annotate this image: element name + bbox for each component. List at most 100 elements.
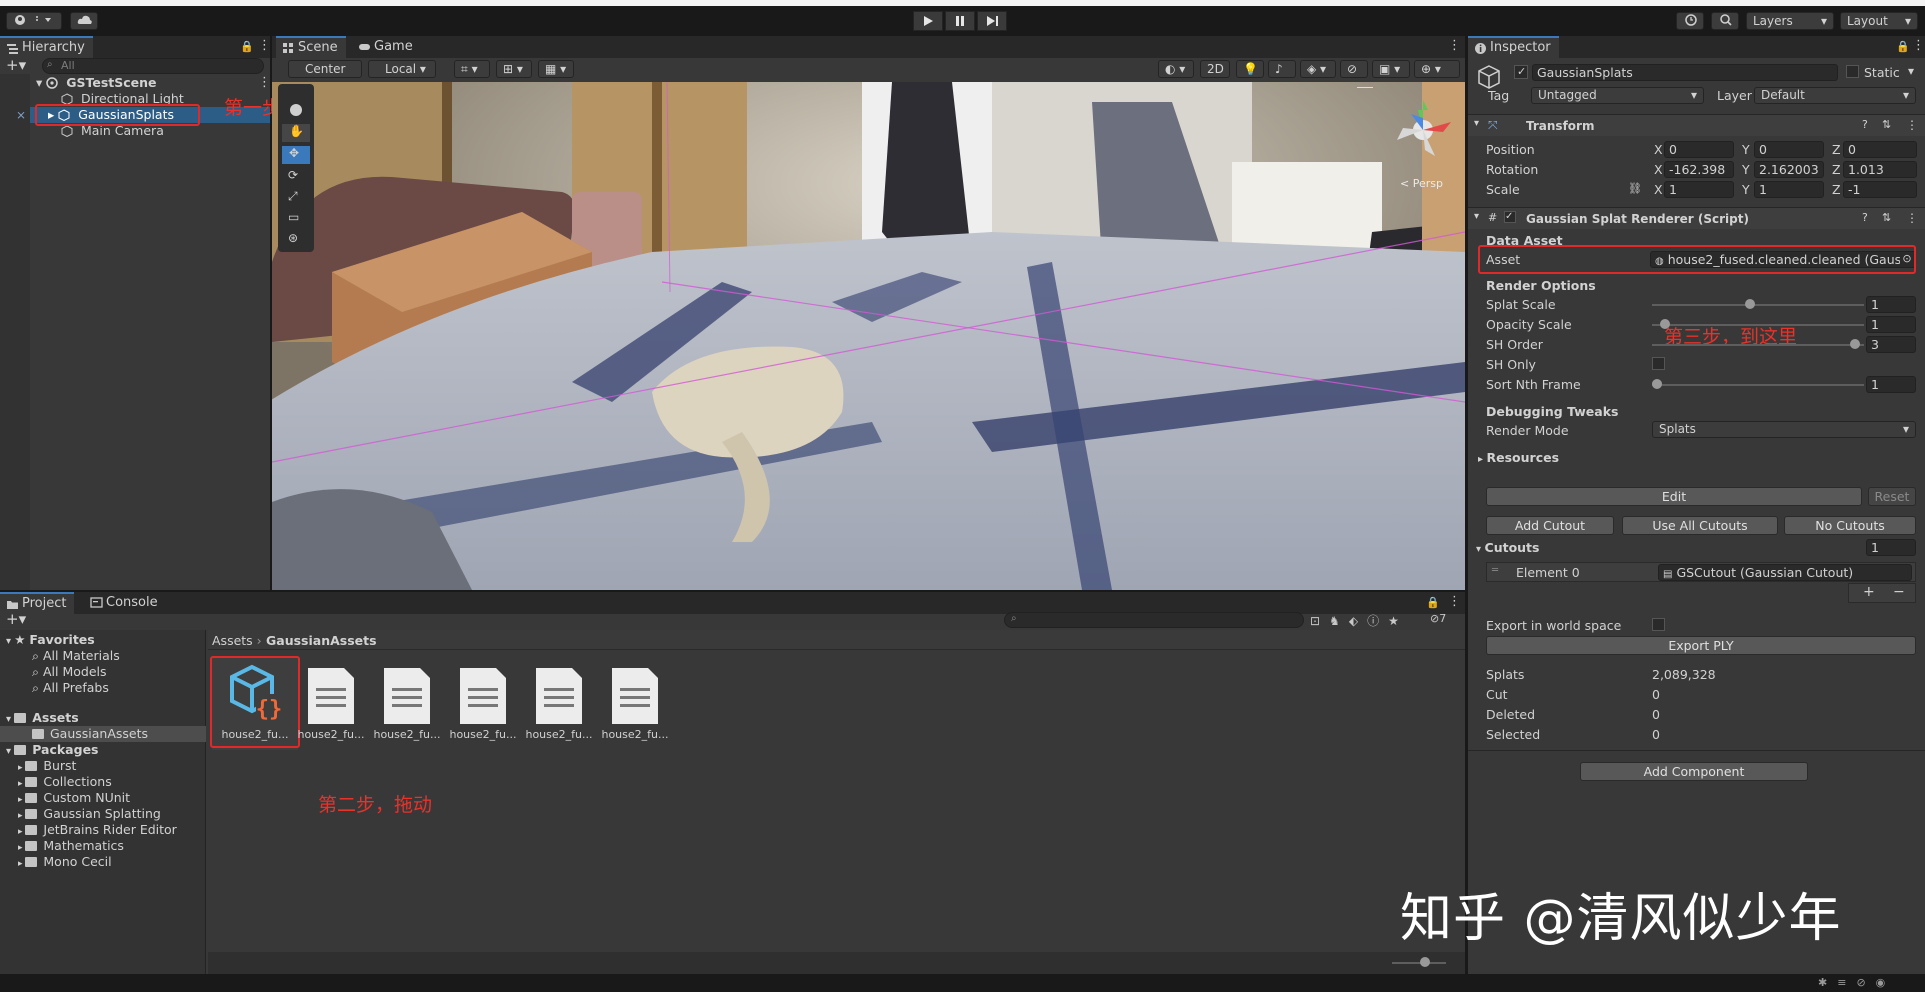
package-item[interactable]: ▸ Mathematics — [18, 838, 124, 854]
export-world-checkbox[interactable] — [1652, 618, 1665, 631]
rotation-z-field[interactable]: 1.013 — [1843, 161, 1917, 178]
hand-tool-button[interactable]: ✋ — [282, 124, 310, 142]
view-tool-icon[interactable] — [288, 102, 304, 118]
rotation-x-field[interactable]: -162.398 — [1664, 161, 1734, 178]
tab-console[interactable]: Console — [84, 592, 166, 614]
packages-foldout[interactable]: ▾ Packages — [6, 742, 99, 758]
sh-only-checkbox[interactable] — [1652, 357, 1665, 370]
link-icon[interactable]: ⛓ — [1628, 182, 1642, 195]
component-enabled-checkbox[interactable]: ✓ — [1504, 211, 1516, 223]
overlay-menu-icon[interactable] — [1357, 87, 1373, 88]
sh-order-knob[interactable] — [1850, 339, 1860, 349]
favorite-item[interactable]: ⌕ All Models — [32, 664, 107, 680]
history-button[interactable] — [1676, 12, 1704, 30]
scene-menu-icon[interactable]: ⋮ — [258, 75, 271, 90]
layout-dropdown[interactable]: Layout ▾ — [1840, 12, 1918, 30]
package-item[interactable]: ▸ Gaussian Splatting — [18, 806, 161, 822]
breadcrumb-root[interactable]: Assets › — [212, 633, 262, 648]
package-item[interactable]: ▸ Burst — [18, 758, 76, 774]
camera-settings-button[interactable]: ▣ ▾ — [1372, 60, 1410, 78]
element0-field[interactable]: ▤ GSCutout (Gaussian Cutout) — [1658, 564, 1912, 581]
scale-x-field[interactable]: 1 — [1664, 181, 1734, 198]
tab-game[interactable]: Game — [352, 36, 421, 58]
remove-element-icon[interactable]: − — [1893, 584, 1905, 600]
tab-scene[interactable]: Scene — [276, 36, 346, 58]
package-item[interactable]: ▸ Mono Cecil — [18, 854, 112, 870]
position-y-field[interactable]: 0 — [1754, 141, 1824, 158]
lighting-toggle[interactable]: 💡 — [1236, 60, 1264, 78]
icon-size-knob[interactable] — [1420, 957, 1430, 967]
edit-button[interactable]: Edit — [1486, 487, 1862, 506]
cutouts-foldout[interactable]: ▾ Cutouts — [1476, 540, 1539, 555]
filter-icons[interactable]: ⊡♞⬖ⓘ★ — [1310, 612, 1408, 629]
active-checkbox[interactable]: ✓ — [1514, 65, 1528, 79]
text-file-icon[interactable] — [382, 666, 432, 726]
lock-icon[interactable]: 🔒 — [1426, 596, 1440, 609]
component-menu-icon[interactable]: ⋮ — [1906, 118, 1918, 132]
sh-order-slider[interactable] — [1652, 344, 1864, 346]
position-z-field[interactable]: 0 — [1843, 141, 1917, 158]
preset-icon[interactable]: ⇅ — [1882, 211, 1891, 224]
help-icon[interactable]: ? — [1862, 211, 1868, 224]
preset-icon[interactable]: ⇅ — [1882, 118, 1891, 131]
package-item[interactable]: ▸ Collections — [18, 774, 112, 790]
lock-icon[interactable]: 🔒 — [1896, 40, 1910, 53]
object-name-field[interactable]: GaussianSplats — [1532, 64, 1838, 81]
scene-viewport[interactable]: < Persp — [272, 82, 1465, 590]
grid-visibility-button[interactable]: ▦ ▾ — [538, 60, 574, 78]
transform-header[interactable]: ▾ ⤧ Transform ? ⇅ ⋮ — [1468, 114, 1925, 136]
sort-nth-field[interactable]: 1 — [1866, 376, 1916, 393]
reset-button[interactable]: Reset — [1868, 487, 1916, 506]
hidden-objects-toggle[interactable]: ⊘ — [1340, 60, 1368, 78]
pivot-space-dropdown[interactable]: Local ▾ — [368, 60, 436, 78]
project-search-input[interactable]: ⌕ — [1004, 612, 1304, 628]
opacity-scale-field[interactable]: 1 — [1866, 316, 1916, 333]
move-tool-button[interactable]: ✥ — [282, 146, 310, 164]
more-menu-icon[interactable]: ⋮ — [1448, 594, 1461, 609]
position-x-field[interactable]: 0 — [1664, 141, 1734, 158]
gizmos-button[interactable]: ⊕ ▾ — [1414, 60, 1460, 78]
text-file-icon[interactable] — [534, 666, 584, 726]
favorite-item[interactable]: ⌕ All Materials — [32, 648, 120, 664]
pivot-mode-dropdown[interactable]: Center ▾ — [288, 60, 362, 92]
account-dropdown[interactable] — [6, 12, 62, 30]
hierarchy-search-input[interactable]: ⌕ All — [42, 58, 264, 74]
help-icon[interactable]: ? — [1862, 118, 1868, 131]
lock-icon[interactable]: 🔒 — [240, 40, 254, 53]
package-item[interactable]: ▸ JetBrains Rider Editor — [18, 822, 177, 838]
audio-toggle[interactable]: ♪ — [1268, 60, 1296, 78]
add-component-button[interactable]: Add Component — [1580, 762, 1808, 781]
no-cutouts-button[interactable]: No Cutouts — [1784, 516, 1916, 535]
search-button[interactable] — [1711, 12, 1739, 30]
tree-item-gaussianassets[interactable]: GaussianAssets — [32, 726, 148, 742]
favorites-foldout[interactable]: ▾ ★ Favorites — [6, 632, 95, 648]
more-menu-icon[interactable]: ⋮ — [1912, 38, 1925, 53]
splat-scale-field[interactable]: 1 — [1866, 296, 1916, 313]
render-mode-dropdown[interactable]: Splats ▾ — [1652, 421, 1916, 438]
transform-tool-icon[interactable]: ⊛ — [288, 231, 298, 245]
status-icons[interactable]: ✱≡⊘◉ — [1818, 976, 1895, 989]
favorite-item[interactable]: ⌕ All Prefabs — [32, 680, 109, 696]
rect-tool-icon[interactable]: ▭ — [288, 210, 299, 224]
scene-root-row[interactable]: ▾ GSTestScene — [36, 75, 157, 91]
effects-toggle[interactable]: ◈ ▾ — [1300, 60, 1336, 78]
drag-handle-icon[interactable]: ═ — [1492, 565, 1498, 576]
assets-foldout[interactable]: ▾ Assets — [6, 710, 79, 726]
more-menu-icon[interactable]: ⋮ — [258, 38, 271, 53]
cloud-button[interactable] — [70, 12, 98, 30]
scene-menu-icon[interactable]: ⋮ — [1448, 38, 1461, 53]
tab-inspector[interactable]: Inspector — [1468, 36, 1559, 58]
visibility-icon[interactable]: ⨯ — [16, 108, 26, 122]
layers-dropdown[interactable]: Layers ▾ — [1746, 12, 1834, 30]
persp-label[interactable]: < Persp — [1400, 177, 1443, 190]
renderer-header[interactable]: ▾ # ✓ Gaussian Splat Renderer (Script) ?… — [1468, 207, 1925, 229]
breadcrumb-current[interactable]: GaussianAssets — [266, 633, 377, 648]
text-file-icon[interactable] — [306, 666, 356, 726]
layer-dropdown[interactable]: Default ▾ — [1754, 87, 1916, 104]
toggle-2d-button[interactable]: 2D — [1200, 60, 1230, 78]
add-object-button[interactable]: +▾ — [6, 58, 26, 73]
scale-y-field[interactable]: 1 — [1754, 181, 1824, 198]
rotate-tool-icon[interactable]: ⟳ — [288, 168, 298, 182]
add-cutout-button[interactable]: Add Cutout — [1486, 516, 1614, 535]
rotation-y-field[interactable]: 2.162003 — [1754, 161, 1824, 178]
